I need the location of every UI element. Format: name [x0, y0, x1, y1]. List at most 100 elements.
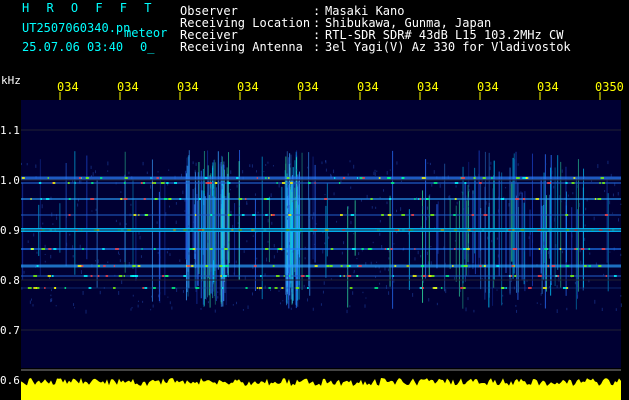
signal-band [21, 182, 621, 184]
band-speckle [433, 182, 438, 184]
noise-speckle [516, 309, 518, 313]
band-speckle [51, 275, 54, 277]
band-speckle [187, 265, 191, 267]
noise-speckle [289, 163, 291, 166]
noise-speckle [617, 192, 619, 196]
band-speckle [123, 182, 126, 184]
band-speckle [358, 265, 362, 267]
noise-speckle [519, 192, 521, 196]
band-speckle [509, 275, 511, 277]
noise-speckle [167, 296, 169, 298]
noise-speckle [354, 212, 356, 214]
band-speckle [290, 182, 293, 184]
noise-speckle [230, 170, 232, 174]
noise-speckle [520, 191, 522, 195]
noise-speckle [169, 301, 171, 305]
noise-speckle [445, 289, 447, 294]
noise-speckle [383, 189, 385, 192]
band-speckle [225, 265, 229, 267]
x-tick-label: 0350 [595, 80, 624, 94]
x-tick-label: 034 [357, 80, 379, 94]
band-speckle [265, 248, 269, 250]
noise-speckle [341, 251, 343, 255]
band-speckle [588, 248, 591, 250]
noise-speckle [426, 217, 428, 221]
signal-band [21, 275, 621, 277]
noise-speckle [612, 212, 614, 214]
signal-band [21, 264, 621, 268]
noise-speckle [597, 164, 599, 169]
noise-speckle [119, 259, 121, 263]
noise-speckle [36, 251, 38, 254]
noise-speckle [620, 203, 622, 205]
band-speckle [463, 287, 466, 289]
noise-speckle [387, 268, 389, 272]
band-speckle [274, 287, 278, 289]
band-speckle [88, 287, 92, 289]
noise-speckle [224, 165, 226, 169]
noise-speckle [30, 298, 32, 301]
noise-speckle [286, 217, 288, 220]
noise-speckle [136, 276, 138, 279]
noise-speckle [578, 203, 580, 207]
noise-speckle [555, 244, 557, 248]
noise-speckle [400, 207, 402, 211]
band-speckle [306, 287, 309, 289]
band-speckle [496, 265, 500, 267]
noise-speckle [505, 186, 507, 189]
noise-speckle [481, 277, 483, 280]
band-speckle [559, 248, 562, 250]
band-speckle [515, 198, 520, 200]
band-speckle [115, 248, 119, 250]
noise-speckle [50, 298, 52, 303]
noise-speckle [272, 165, 274, 167]
band-speckle [394, 265, 397, 267]
band-speckle [514, 275, 517, 277]
band-speckle [266, 198, 270, 200]
band-speckle [500, 198, 505, 200]
band-speckle [542, 287, 547, 289]
noise-speckle [51, 298, 53, 301]
band-speckle [491, 177, 493, 179]
noise-speckle [371, 206, 373, 209]
band-speckle [535, 198, 539, 200]
band-speckle [594, 198, 597, 200]
noise-speckle [175, 201, 177, 205]
band-speckle [414, 248, 416, 250]
noise-speckle [72, 255, 74, 258]
band-speckle [82, 248, 84, 250]
noise-speckle [373, 171, 375, 176]
band-speckle [227, 182, 231, 184]
noise-speckle [431, 183, 433, 187]
noise-speckle [214, 309, 216, 313]
noise-speckle [184, 199, 186, 202]
noise-speckle [255, 209, 257, 212]
noise-speckle [230, 210, 232, 214]
band-speckle [378, 177, 381, 179]
noise-speckle [50, 254, 52, 259]
noise-speckle [473, 309, 475, 313]
noise-speckle [69, 233, 71, 236]
band-speckle [305, 275, 310, 277]
x-tick-label: 034 [57, 80, 79, 94]
band-speckle [402, 177, 405, 179]
noise-speckle [44, 244, 46, 248]
band-speckle [209, 248, 213, 250]
band-speckle [132, 265, 136, 267]
noise-speckle [132, 294, 134, 297]
noise-speckle [312, 307, 314, 311]
band-speckle [189, 248, 194, 250]
meteor-label: meteor [124, 26, 168, 40]
band-speckle [330, 248, 334, 250]
band-speckle [38, 182, 42, 184]
band-speckle [483, 265, 486, 267]
band-speckle [288, 275, 291, 277]
noise-speckle [449, 195, 451, 198]
band-speckle [574, 248, 576, 250]
noise-speckle [119, 222, 121, 226]
noise-speckle [254, 193, 256, 196]
noise-speckle [468, 189, 470, 193]
band-speckle [48, 248, 52, 250]
band-speckle [432, 287, 437, 289]
noise-speckle [353, 164, 355, 169]
